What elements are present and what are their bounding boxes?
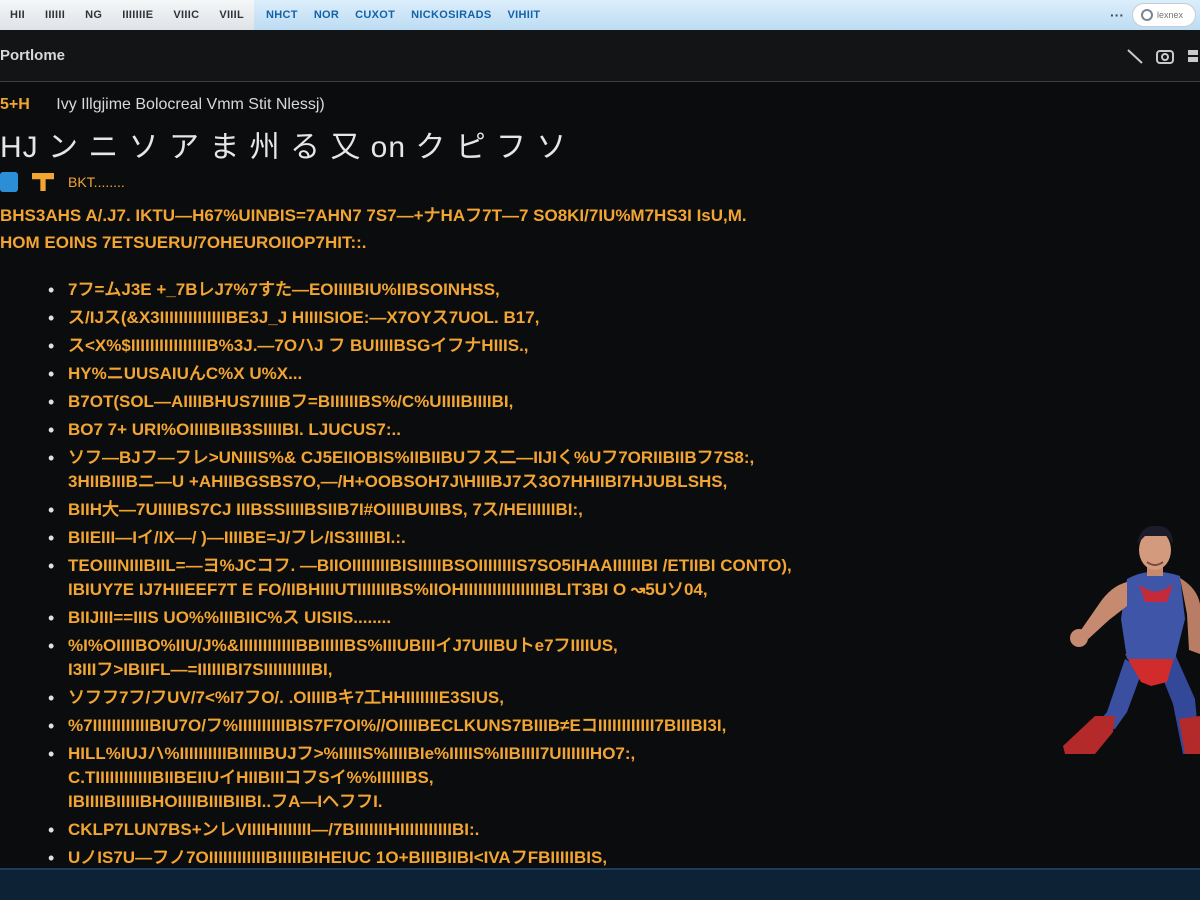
author-row: BKT........ xyxy=(0,172,125,192)
bullet-line: HY%ニUUSAIUんC%X U%X... xyxy=(68,364,303,383)
menu-item-6[interactable]: VIIIL xyxy=(209,0,254,30)
menu-item-3[interactable]: NG xyxy=(75,0,112,30)
article-content: 5+H Ivy Illgjime Bolocreal Vmm Stit Nles… xyxy=(0,84,1200,898)
bullet-line: ソフ—BJフ—フレ>UNIIIS%& CJ5EIIOBIS%IIBIIBUフス二… xyxy=(68,448,755,467)
bullet-line: HILL%IUJハ%IIIIIIIIIIBIIIIIBUJフ>%IIIIIS%I… xyxy=(68,744,636,763)
window-title: Portlome xyxy=(0,47,66,64)
bullet-line: UノIS7U—フノ7OIIIIIIIIIIIIBIIIIIBIHEIUC 1O+… xyxy=(68,848,608,867)
bullet-item: BO7 7+ URI%OIIIIBIIB3SIIIIBI. LJUCUS7:.. xyxy=(48,418,1058,442)
menu-link-1[interactable]: NHCT xyxy=(258,0,306,30)
camera-icon[interactable] xyxy=(1150,41,1180,71)
bullet-line: 7フ=ムJ3E +_7BレJ7%7すた—EOIIIIBIU%IIBSOINHSS… xyxy=(68,280,500,299)
bullet-item: TEOIIINIIIBIIL=—ヨ%JCコフ. —BIIOIIIIIIIIBIS… xyxy=(48,554,1058,602)
t-logo-icon xyxy=(32,173,54,191)
bullet-item: HY%ニUUSAIUんC%X U%X... xyxy=(48,362,1058,386)
bullet-line: BIIEIII—Iイ/IX—/ )—IIIIBE=J/フレ/IS3IIIIBI.… xyxy=(68,528,406,547)
bullet-item: ス/IJス(&X3IIIIIIIIIIIIIIBE3J_J HIIIISIOE:… xyxy=(48,306,1058,330)
bullet-item: %I%OIIIIBO%IIU/J%&IIIIIIIIIIIIBBIIIIIBS%… xyxy=(48,634,1058,682)
bullet-list: 7フ=ムJ3E +_7BレJ7%7すた—EOIIIIBIU%IIBSOINHSS… xyxy=(48,278,1058,900)
bullet-line: ス/IJス(&X3IIIIIIIIIIIIIIBE3J_J HIIIISIOE:… xyxy=(68,308,540,327)
bullet-line: 3HIIBIIIBニ—U +AHIIBGSBS7O,—/H+OOBSOH7J\H… xyxy=(68,472,728,491)
bullet-item: %7IIIIIIIIIIIIBIU7O/フ%IIIIIIIIIIBIS7F7OI… xyxy=(48,714,1058,738)
bullet-line: C.TIIIIIIIIIIIIBIIBEIIUイHIIBIIIコフSイ%%III… xyxy=(68,768,434,787)
bullet-item: BIIEIII—Iイ/IX—/ )—IIIIBE=J/フレ/IS3IIIIBI.… xyxy=(48,526,1058,550)
grid-icon-glyph xyxy=(1188,49,1198,62)
top-menu-bar: HII IIIIII NG IIIIIIIE VIIIC VIIIL NHCT … xyxy=(0,0,1200,30)
article-tag: 5+H xyxy=(0,96,30,113)
search-icon xyxy=(1141,9,1153,21)
bullet-item: ソフ—BJフ—フレ>UNIIIS%& CJ5EIIOBIS%IIBIIBUフス二… xyxy=(48,446,1058,494)
bullet-line: BO7 7+ URI%OIIIIBIIB3SIIIIBI. LJUCUS7:.. xyxy=(68,420,401,439)
menu-item-5[interactable]: VIIIC xyxy=(163,0,209,30)
article-heading: HJ ン ニ ソ ア ま 州 る 又 on ク ピ フ ソ xyxy=(0,131,568,164)
bullet-line: CKLP7LUN7BS+ンレVIIIIHIIIIIII—/7BIIIIIIIHI… xyxy=(68,820,480,839)
menu-link-2[interactable]: NOR xyxy=(306,0,347,30)
menu-item-2[interactable]: IIIIII xyxy=(35,0,75,30)
bullet-line: I3IIIフ>IBIIFL—=IIIIIIBI7SIIIIIIIIIIBI, xyxy=(68,660,333,679)
intro-line-1: BHS3AHS A/.J7. IKTU—H67%UINBIS=7AHN7 7S7… xyxy=(0,206,747,225)
bullet-item: B7OT(SOL—AIIIIBHUS7IIIIBフ=BIIIIIIBS%/C%U… xyxy=(48,390,1058,414)
bullet-line: TEOIIINIIIBIIL=—ヨ%JCコフ. —BIIOIIIIIIIIBIS… xyxy=(68,556,792,575)
bullet-item: CKLP7LUN7BS+ンレVIIIIHIIIIIII—/7BIIIIIIIHI… xyxy=(48,818,1058,842)
bullet-item: BIIH大—7UIIIIBS7CJ IIIBSSIIIIBSIIB7I#OIII… xyxy=(48,498,1058,522)
menu-link-3[interactable]: CUXOT xyxy=(347,0,403,30)
grid-icon[interactable] xyxy=(1180,41,1200,71)
bullet-item: 7フ=ムJ3E +_7BレJ7%7すた—EOIIIIBIU%IIBSOINHSS… xyxy=(48,278,1058,302)
article-subtitle-row: 5+H Ivy Illgjime Bolocreal Vmm Stit Nles… xyxy=(0,96,325,114)
pen-icon-glyph xyxy=(1127,48,1143,64)
intro-paragraph: BHS3AHS A/.J7. IKTU—H67%UINBIS=7AHN7 7S7… xyxy=(0,202,1100,256)
article-subtitle: Ivy Illgjime Bolocreal Vmm Stit Nlessj) xyxy=(56,96,325,113)
bullet-line: ス<X%$IIIIIIIIIIIIIIIIB%3J.—7OハJ フ BUIIII… xyxy=(68,336,529,355)
menu-item-1[interactable]: HII xyxy=(0,0,35,30)
bullet-line: BIIJIII==IIIS UO%%IIIBIIC%ス UISIIS......… xyxy=(68,608,392,627)
menu-group-left: HII IIIIII NG IIIIIIIE VIIIC VIIIL xyxy=(0,0,254,30)
bullet-item: BIIJIII==IIIS UO%%IIIBIIC%ス UISIIS......… xyxy=(48,606,1058,630)
bullet-item: HILL%IUJハ%IIIIIIIIIIBIIIIIBUJフ>%IIIIIS%I… xyxy=(48,742,1058,814)
avatar-icon[interactable] xyxy=(0,172,18,192)
search-box[interactable] xyxy=(1132,3,1196,27)
bullet-line: B7OT(SOL—AIIIIBHUS7IIIIBフ=BIIIIIIBS%/C%U… xyxy=(68,392,514,411)
status-bar xyxy=(0,868,1200,900)
menu-item-4[interactable]: IIIIIIIE xyxy=(112,0,163,30)
superhero-illustration xyxy=(1063,525,1200,754)
menu-link-4[interactable]: NICKOSIRADS xyxy=(403,0,499,30)
menu-link-5[interactable]: VIHIIT xyxy=(499,0,548,30)
camera-icon-glyph xyxy=(1156,49,1174,64)
intro-line-2: HOM EOINS 7ETSUERU/7OHEUROIIOP7HIT::. xyxy=(0,233,367,252)
menu-group-highlighted: NHCT NOR CUXOT NICKOSIRADS VIHIIT ··· xyxy=(254,0,1200,30)
search-input[interactable] xyxy=(1157,10,1193,20)
author-name[interactable]: BKT........ xyxy=(68,174,125,190)
bullet-line: %I%OIIIIBO%IIU/J%&IIIIIIIIIIIIBBIIIIIBS%… xyxy=(68,636,618,655)
window-titlebar: Portlome xyxy=(0,30,1200,82)
bullet-line: ソフフ7フ/フUV/7<%I7フO/. .OIIIIBキ7工HHIIIIIIIE… xyxy=(68,688,504,707)
pen-icon[interactable] xyxy=(1120,41,1150,71)
bullet-line: IBIUY7E IJ7HIIEEF7T E FO/IIBHIIIUTIIIIII… xyxy=(68,580,708,599)
bullet-line: BIIH大—7UIIIIBS7CJ IIIBSSIIIIBSIIB7I#OIII… xyxy=(68,500,583,519)
bullet-item: ス<X%$IIIIIIIIIIIIIIIIB%3J.—7OハJ フ BUIIII… xyxy=(48,334,1058,358)
bullet-item: UノIS7U—フノ7OIIIIIIIIIIIIBIIIIIBIHEIUC 1O+… xyxy=(48,846,1058,870)
more-options-icon[interactable]: ··· xyxy=(1102,7,1132,23)
bullet-line: %7IIIIIIIIIIIIBIU7O/フ%IIIIIIIIIIBIS7F7OI… xyxy=(68,716,727,735)
bullet-item: ソフフ7フ/フUV/7<%I7フO/. .OIIIIBキ7工HHIIIIIIIE… xyxy=(48,686,1058,710)
bullet-line: IBIIIIBIIIIIBHOIIIIBIIIBIIBI..フA—IヘフフI. xyxy=(68,792,383,811)
